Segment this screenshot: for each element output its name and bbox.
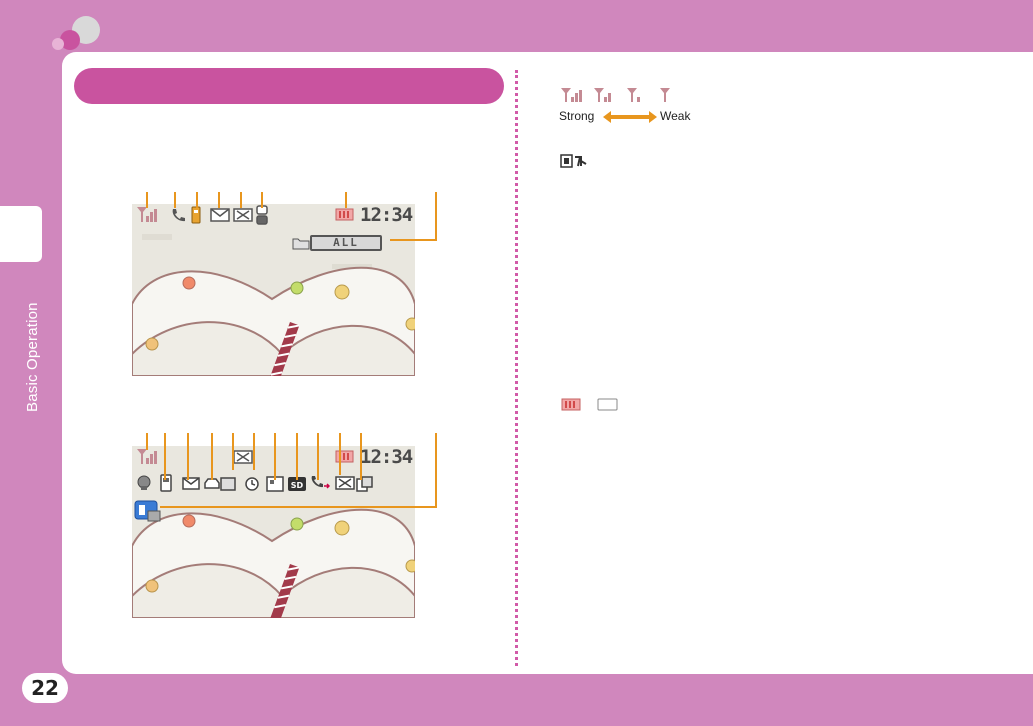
signal-strong-label: Strong: [559, 109, 595, 123]
all-indicator: ALL: [310, 235, 382, 251]
car-icon: [204, 477, 236, 491]
page-number: 22: [22, 673, 68, 703]
section-title-bar: [74, 68, 504, 104]
folder-icon: [292, 238, 310, 250]
signal-weak-label: Weak: [660, 109, 691, 123]
top-band: [0, 0, 1033, 52]
double-arrow-icon: [603, 111, 657, 123]
column-divider: [515, 70, 518, 666]
phone-screen-standby: 12:34 ALL: [132, 204, 415, 376]
signal-strength-icons: [561, 88, 670, 102]
out-of-area-icon: [560, 154, 587, 168]
clock-icon: [256, 205, 268, 225]
call-forward-icon: [311, 476, 330, 489]
mail-icon: [182, 477, 200, 490]
svg-text:SD: SD: [291, 481, 304, 490]
signal-icon: [137, 207, 157, 222]
wallpaper-heart: [132, 446, 415, 618]
side-tab: [0, 206, 42, 262]
battery-icon: [335, 450, 354, 463]
mail-icon: [233, 208, 253, 222]
decorative-circle-light: [52, 38, 64, 50]
side-label: Basic Operation: [24, 302, 41, 412]
folder-icon: [356, 476, 373, 492]
clock-display: 12:34: [360, 446, 413, 468]
alarm-clock-icon: [245, 477, 259, 491]
battery-icon: [335, 208, 354, 221]
phone-screen-icons: 12:34 SD: [132, 446, 415, 618]
mail-icon: [335, 476, 355, 490]
clock-display: 12:34: [360, 204, 413, 226]
battery-level-icons: [561, 398, 618, 411]
sync-icon: [137, 475, 151, 490]
sd-icon: SD: [288, 477, 306, 491]
memo-icon: [160, 474, 172, 492]
wallpaper-heart: [132, 204, 415, 376]
mail-icon: [233, 450, 253, 464]
signal-icon: [137, 449, 157, 464]
mail-icon: [210, 208, 230, 222]
call-icon: [172, 209, 185, 222]
calendar-icon: [266, 476, 284, 492]
mode-icon: [134, 500, 161, 522]
battery-icon: [191, 206, 201, 224]
